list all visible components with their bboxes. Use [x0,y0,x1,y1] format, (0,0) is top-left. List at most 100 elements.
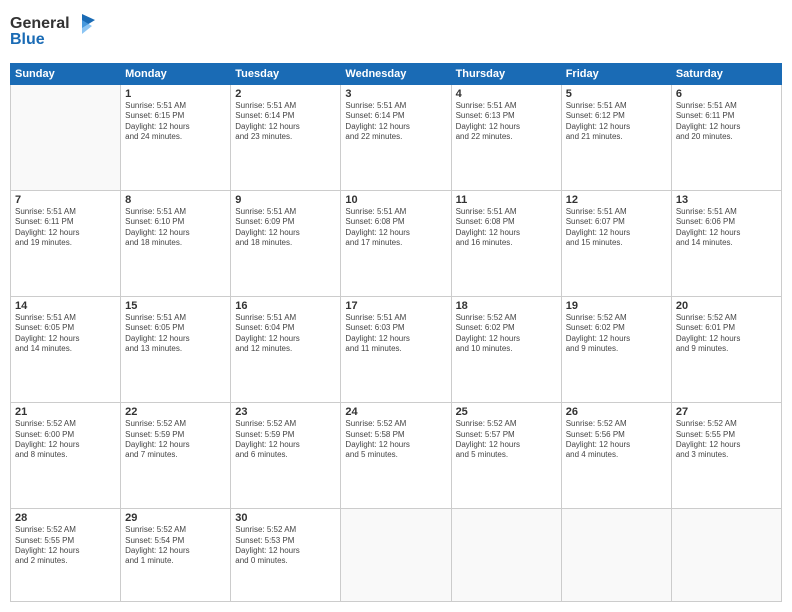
day-info: Sunrise: 5:51 AM Sunset: 6:08 PM Dayligh… [345,207,446,249]
calendar-cell: 28Sunrise: 5:52 AM Sunset: 5:55 PM Dayli… [11,509,121,602]
day-info: Sunrise: 5:51 AM Sunset: 6:05 PM Dayligh… [125,313,226,355]
weekday-header: Sunday [11,64,121,85]
day-number: 13 [676,194,777,206]
day-number: 16 [235,300,336,312]
calendar-cell: 6Sunrise: 5:51 AM Sunset: 6:11 PM Daylig… [671,85,781,191]
calendar-cell: 16Sunrise: 5:51 AM Sunset: 6:04 PM Dayli… [231,297,341,403]
day-info: Sunrise: 5:51 AM Sunset: 6:11 PM Dayligh… [676,101,777,143]
weekday-header: Wednesday [341,64,451,85]
day-info: Sunrise: 5:51 AM Sunset: 6:05 PM Dayligh… [15,313,116,355]
calendar-cell: 21Sunrise: 5:52 AM Sunset: 6:00 PM Dayli… [11,403,121,509]
day-info: Sunrise: 5:51 AM Sunset: 6:08 PM Dayligh… [456,207,557,249]
calendar-cell: 15Sunrise: 5:51 AM Sunset: 6:05 PM Dayli… [121,297,231,403]
day-number: 4 [456,88,557,100]
calendar-cell [561,509,671,602]
day-number: 22 [125,406,226,418]
day-number: 28 [15,512,116,524]
day-info: Sunrise: 5:51 AM Sunset: 6:10 PM Dayligh… [125,207,226,249]
day-number: 15 [125,300,226,312]
calendar-cell: 18Sunrise: 5:52 AM Sunset: 6:02 PM Dayli… [451,297,561,403]
calendar-cell: 5Sunrise: 5:51 AM Sunset: 6:12 PM Daylig… [561,85,671,191]
calendar-cell: 30Sunrise: 5:52 AM Sunset: 5:53 PM Dayli… [231,509,341,602]
calendar-cell: 17Sunrise: 5:51 AM Sunset: 6:03 PM Dayli… [341,297,451,403]
day-info: Sunrise: 5:52 AM Sunset: 5:56 PM Dayligh… [566,419,667,461]
day-info: Sunrise: 5:51 AM Sunset: 6:09 PM Dayligh… [235,207,336,249]
svg-text:General: General [10,15,70,32]
calendar-cell: 27Sunrise: 5:52 AM Sunset: 5:55 PM Dayli… [671,403,781,509]
calendar-cell: 13Sunrise: 5:51 AM Sunset: 6:06 PM Dayli… [671,191,781,297]
day-number: 21 [15,406,116,418]
day-info: Sunrise: 5:51 AM Sunset: 6:03 PM Dayligh… [345,313,446,355]
day-number: 5 [566,88,667,100]
calendar-cell: 3Sunrise: 5:51 AM Sunset: 6:14 PM Daylig… [341,85,451,191]
logo-text: General Blue [10,10,100,55]
day-info: Sunrise: 5:52 AM Sunset: 6:01 PM Dayligh… [676,313,777,355]
day-number: 1 [125,88,226,100]
day-number: 20 [676,300,777,312]
day-number: 14 [15,300,116,312]
day-number: 27 [676,406,777,418]
day-info: Sunrise: 5:51 AM Sunset: 6:14 PM Dayligh… [345,101,446,143]
calendar-header-row: SundayMondayTuesdayWednesdayThursdayFrid… [11,64,782,85]
day-number: 11 [456,194,557,206]
day-number: 3 [345,88,446,100]
day-info: Sunrise: 5:51 AM Sunset: 6:13 PM Dayligh… [456,101,557,143]
svg-text:Blue: Blue [10,31,45,48]
day-info: Sunrise: 5:51 AM Sunset: 6:12 PM Dayligh… [566,101,667,143]
day-number: 19 [566,300,667,312]
calendar-week-row: 14Sunrise: 5:51 AM Sunset: 6:05 PM Dayli… [11,297,782,403]
calendar-cell: 10Sunrise: 5:51 AM Sunset: 6:08 PM Dayli… [341,191,451,297]
calendar-cell [341,509,451,602]
day-info: Sunrise: 5:52 AM Sunset: 6:02 PM Dayligh… [566,313,667,355]
day-info: Sunrise: 5:51 AM Sunset: 6:04 PM Dayligh… [235,313,336,355]
day-info: Sunrise: 5:51 AM Sunset: 6:15 PM Dayligh… [125,101,226,143]
calendar-cell [11,85,121,191]
header: General Blue [10,10,782,55]
day-info: Sunrise: 5:51 AM Sunset: 6:11 PM Dayligh… [15,207,116,249]
day-info: Sunrise: 5:52 AM Sunset: 5:59 PM Dayligh… [125,419,226,461]
day-number: 2 [235,88,336,100]
calendar-table: SundayMondayTuesdayWednesdayThursdayFrid… [10,63,782,602]
day-info: Sunrise: 5:52 AM Sunset: 5:55 PM Dayligh… [676,419,777,461]
calendar-cell: 20Sunrise: 5:52 AM Sunset: 6:01 PM Dayli… [671,297,781,403]
calendar-cell: 19Sunrise: 5:52 AM Sunset: 6:02 PM Dayli… [561,297,671,403]
day-info: Sunrise: 5:52 AM Sunset: 5:55 PM Dayligh… [15,525,116,567]
page: General Blue SundayMondayTuesdayWednesda… [0,0,792,612]
day-info: Sunrise: 5:52 AM Sunset: 5:58 PM Dayligh… [345,419,446,461]
calendar-cell: 25Sunrise: 5:52 AM Sunset: 5:57 PM Dayli… [451,403,561,509]
calendar-cell: 4Sunrise: 5:51 AM Sunset: 6:13 PM Daylig… [451,85,561,191]
calendar-cell: 23Sunrise: 5:52 AM Sunset: 5:59 PM Dayli… [231,403,341,509]
day-info: Sunrise: 5:51 AM Sunset: 6:06 PM Dayligh… [676,207,777,249]
day-number: 24 [345,406,446,418]
day-number: 7 [15,194,116,206]
weekday-header: Saturday [671,64,781,85]
day-info: Sunrise: 5:52 AM Sunset: 6:02 PM Dayligh… [456,313,557,355]
calendar-cell: 7Sunrise: 5:51 AM Sunset: 6:11 PM Daylig… [11,191,121,297]
calendar-cell: 2Sunrise: 5:51 AM Sunset: 6:14 PM Daylig… [231,85,341,191]
calendar-cell: 1Sunrise: 5:51 AM Sunset: 6:15 PM Daylig… [121,85,231,191]
calendar-cell: 14Sunrise: 5:51 AM Sunset: 6:05 PM Dayli… [11,297,121,403]
calendar-cell [451,509,561,602]
calendar-cell [671,509,781,602]
day-number: 8 [125,194,226,206]
day-info: Sunrise: 5:52 AM Sunset: 5:59 PM Dayligh… [235,419,336,461]
day-info: Sunrise: 5:51 AM Sunset: 6:14 PM Dayligh… [235,101,336,143]
day-number: 26 [566,406,667,418]
day-number: 17 [345,300,446,312]
day-number: 10 [345,194,446,206]
calendar-week-row: 1Sunrise: 5:51 AM Sunset: 6:15 PM Daylig… [11,85,782,191]
weekday-header: Friday [561,64,671,85]
day-info: Sunrise: 5:52 AM Sunset: 5:57 PM Dayligh… [456,419,557,461]
day-info: Sunrise: 5:52 AM Sunset: 5:54 PM Dayligh… [125,525,226,567]
logo: General Blue [10,10,100,55]
day-info: Sunrise: 5:51 AM Sunset: 6:07 PM Dayligh… [566,207,667,249]
calendar-week-row: 21Sunrise: 5:52 AM Sunset: 6:00 PM Dayli… [11,403,782,509]
day-number: 9 [235,194,336,206]
calendar-cell: 29Sunrise: 5:52 AM Sunset: 5:54 PM Dayli… [121,509,231,602]
calendar-cell: 11Sunrise: 5:51 AM Sunset: 6:08 PM Dayli… [451,191,561,297]
weekday-header: Monday [121,64,231,85]
calendar-cell: 9Sunrise: 5:51 AM Sunset: 6:09 PM Daylig… [231,191,341,297]
day-info: Sunrise: 5:52 AM Sunset: 5:53 PM Dayligh… [235,525,336,567]
day-number: 18 [456,300,557,312]
day-number: 12 [566,194,667,206]
